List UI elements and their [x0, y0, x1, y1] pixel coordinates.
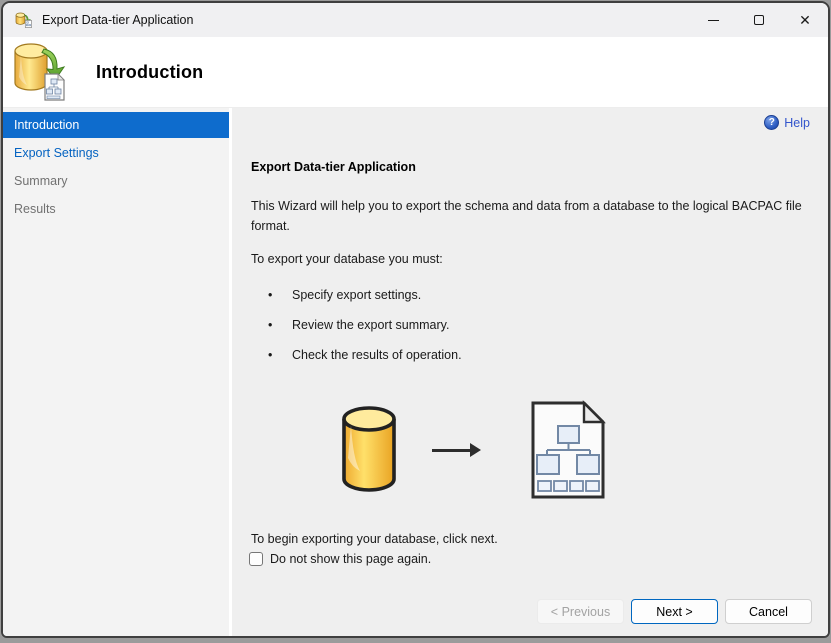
wizard-window: Export Data-tier Application ✕ Introduct…: [1, 1, 830, 638]
main-area: Introduction Export Settings Summary Res…: [3, 108, 828, 636]
bullet-item: Specify export settings.: [232, 280, 462, 310]
close-icon: ✕: [799, 12, 811, 28]
minimize-button[interactable]: [690, 3, 736, 37]
bullet-item: Check the results of operation.: [232, 340, 462, 370]
dont-show-again-checkbox[interactable]: [249, 552, 263, 566]
next-button[interactable]: Next >: [631, 599, 718, 624]
export-graphic: [340, 394, 700, 506]
wizard-header: Introduction: [3, 37, 828, 108]
intro-paragraph: This Wizard will help you to export the …: [251, 199, 802, 233]
begin-text: To begin exporting your database, click …: [251, 532, 498, 546]
titlebar[interactable]: Export Data-tier Application ✕: [3, 3, 828, 37]
checkbox-label: Do not show this page again.: [270, 552, 432, 566]
button-row: < Previous Next > Cancel: [537, 599, 812, 624]
bacpac-file-icon: [531, 400, 606, 499]
sidebar-item-label: Summary: [14, 174, 68, 188]
close-button[interactable]: ✕: [782, 3, 828, 37]
page-title: Introduction: [96, 61, 204, 82]
previous-button[interactable]: < Previous: [537, 599, 624, 624]
export-data-tier-app-icon: [15, 12, 32, 28]
sidebar-item-results: Results: [3, 196, 229, 222]
maximize-icon: [754, 15, 764, 25]
minimize-icon: [707, 19, 719, 21]
help-link[interactable]: ? Help: [764, 115, 810, 130]
sidebar-item-label: Results: [14, 202, 56, 216]
content-heading: Export Data-tier Application: [251, 160, 416, 174]
sidebar: Introduction Export Settings Summary Res…: [3, 108, 229, 636]
content-pane: ? Help Export Data-tier Application This…: [232, 108, 828, 636]
sidebar-item-label: Introduction: [14, 118, 80, 132]
help-icon: ?: [764, 115, 780, 130]
sidebar-item-summary: Summary: [3, 168, 229, 194]
sidebar-item-export-settings[interactable]: Export Settings: [3, 140, 229, 166]
sidebar-item-introduction[interactable]: Introduction: [3, 112, 229, 138]
database-cylinder-icon: [342, 406, 396, 492]
sidebar-item-label: Export Settings: [14, 146, 99, 160]
window-title: Export Data-tier Application: [42, 13, 194, 27]
dont-show-again-row: Do not show this page again.: [249, 552, 431, 566]
arrow-right-icon: [432, 443, 481, 457]
database-export-icon: [14, 43, 66, 101]
cancel-button[interactable]: Cancel: [725, 599, 812, 624]
requirements-text: To export your database you must:: [251, 252, 443, 266]
bullet-list: Specify export settings. Review the expo…: [232, 280, 462, 370]
bullet-item: Review the export summary.: [232, 310, 462, 340]
maximize-button[interactable]: [736, 3, 782, 37]
help-label: Help: [784, 115, 810, 130]
